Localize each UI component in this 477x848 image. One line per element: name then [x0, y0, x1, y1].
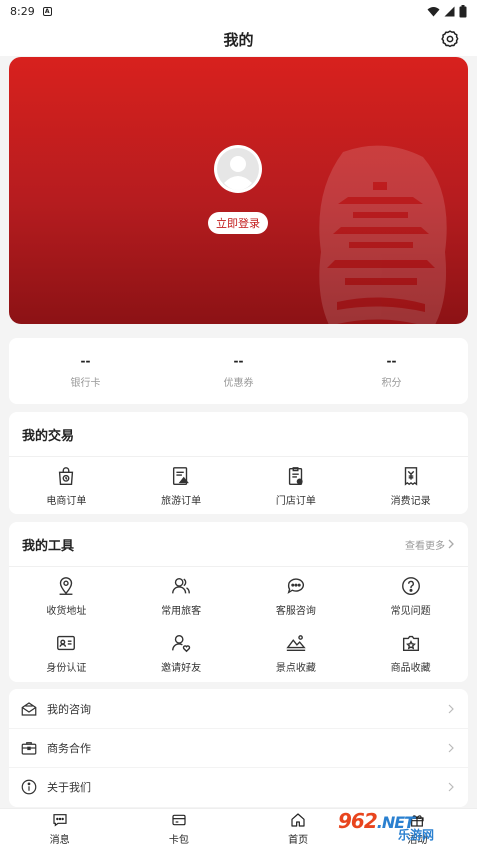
menu-label: 我的咨询: [47, 702, 91, 716]
stat-value: --: [80, 353, 91, 368]
stats-card: -- 银行卡 -- 优惠券 -- 积分: [9, 338, 468, 404]
stat-label: 积分: [381, 377, 402, 389]
battery-icon: [459, 4, 467, 17]
tools-card: 我的工具 查看更多 收货地址 常用旅客 客服咨询 常见问题 身份认证 邀请好友 …: [9, 522, 468, 682]
page-title: 我的: [223, 30, 254, 49]
menu-item-about-us[interactable]: 关于我们: [9, 767, 468, 806]
view-more-label: 查看更多: [405, 540, 445, 552]
section-title: 我的交易: [22, 428, 75, 444]
grid-label: 商品收藏: [390, 662, 431, 674]
product-favorites-item[interactable]: 商品收藏: [353, 624, 468, 681]
frequent-travelers-item[interactable]: 常用旅客: [124, 567, 239, 624]
stat-points[interactable]: -- 积分: [315, 338, 468, 404]
tab-label: 首页: [288, 834, 309, 846]
menu-item-my-consultation[interactable]: 我的咨询: [9, 689, 468, 728]
settings-button[interactable]: [439, 28, 461, 50]
page-header: 我的: [0, 22, 477, 56]
wifi-icon: [427, 6, 440, 16]
stat-value: --: [386, 353, 397, 368]
status-bar: 8:29 A: [0, 0, 477, 22]
menu-card: 我的咨询 商务合作 关于我们: [9, 689, 468, 807]
tools-header: 我的工具 查看更多: [9, 522, 468, 567]
menu-label: 商务合作: [47, 742, 91, 755]
travel-orders-item[interactable]: 旅游订单: [124, 457, 239, 514]
shopping-bag-icon: [59, 466, 74, 485]
transactions-card: 我的交易 电商订单 旅游订单 门店订单 消费记录: [9, 412, 468, 514]
grid-label: 常见问题: [390, 605, 431, 617]
tab-label: 消息: [49, 834, 70, 846]
grid-label: 消费记录: [390, 495, 431, 507]
ecommerce-orders-item[interactable]: 电商订单: [9, 457, 124, 514]
stat-label: 银行卡: [70, 377, 101, 389]
info-icon: [21, 779, 37, 795]
gear-icon: [441, 30, 459, 48]
login-button[interactable]: 立即登录: [208, 212, 268, 234]
customer-service-item[interactable]: 客服咨询: [239, 567, 354, 624]
question-icon: [401, 576, 420, 595]
home-icon: [291, 812, 305, 827]
menu-label: 关于我们: [47, 781, 91, 794]
briefcase-icon-wrap: [19, 738, 39, 758]
site-watermark: 962.NET 乐游网: [338, 806, 473, 846]
id-card-icon: [57, 635, 76, 650]
grid-label: 景点收藏: [275, 662, 316, 674]
info-icon-wrap: [19, 777, 39, 797]
grid-label: 邀请好友: [161, 662, 202, 674]
chevron-right-icon: [448, 704, 454, 713]
location-pin-icon: [59, 576, 73, 595]
grid-label: 客服咨询: [275, 605, 316, 617]
grid-label: 门店订单: [275, 495, 316, 507]
travelers-icon: [172, 577, 191, 593]
signal-icon: [444, 6, 455, 16]
user-avatar-icon: [217, 148, 259, 190]
briefcase-icon: [21, 742, 37, 755]
stat-coupon[interactable]: -- 优惠券: [162, 338, 315, 404]
faq-item[interactable]: 常见问题: [353, 567, 468, 624]
chevron-right-icon: [448, 782, 454, 792]
store-orders-item[interactable]: 门店订单: [239, 457, 354, 514]
chevron-right-icon: [448, 743, 454, 753]
wallet-icon: [172, 814, 186, 825]
tab-wallet[interactable]: 卡包: [119, 809, 238, 848]
site-watermark-logo: 962.NET 乐游网: [338, 811, 434, 841]
scenic-spot-icon: [286, 634, 306, 651]
consumption-records-item[interactable]: 消费记录: [353, 457, 468, 514]
watermark-bottom: 乐游网: [398, 828, 435, 842]
invite-friend-icon: [172, 634, 191, 652]
stat-label: 优惠券: [223, 377, 254, 389]
avatar[interactable]: [214, 145, 262, 193]
chevron-right-icon: [448, 539, 454, 549]
identity-verification-item[interactable]: 身份认证: [9, 624, 124, 681]
grid-label: 电商订单: [46, 495, 87, 507]
store-order-icon: [288, 466, 303, 485]
profile-card: 立即登录: [9, 57, 468, 324]
consult-mail-icon-wrap: [19, 699, 39, 719]
tower-watermark-icon: [319, 145, 447, 324]
grid-label: 常用旅客: [161, 605, 202, 617]
product-favorite-icon: [402, 635, 419, 651]
stat-value: --: [233, 353, 244, 368]
scenic-favorites-item[interactable]: 景点收藏: [239, 624, 354, 681]
tab-label: 卡包: [168, 834, 189, 846]
transactions-header: 我的交易: [9, 412, 468, 457]
consult-mail-icon: [21, 701, 37, 716]
tab-messages[interactable]: 消息: [0, 809, 119, 848]
grid-label: 身份认证: [46, 662, 87, 674]
chat-bubble-icon: [287, 577, 304, 594]
status-time: 8:29: [10, 4, 35, 18]
notification-badge-icon: A: [42, 6, 52, 16]
shipping-address-item[interactable]: 收货地址: [9, 567, 124, 624]
watermark-number: 962: [338, 809, 378, 833]
view-more-link[interactable]: 查看更多: [405, 537, 455, 552]
invite-friends-item[interactable]: 邀请好友: [124, 624, 239, 681]
stat-bank-card[interactable]: -- 银行卡: [9, 338, 162, 404]
travel-order-icon: [173, 466, 189, 485]
grid-label: 旅游订单: [161, 495, 202, 507]
grid-label: 收货地址: [46, 605, 87, 617]
message-icon: [53, 813, 67, 827]
menu-item-business-cooperation[interactable]: 商务合作: [9, 728, 468, 767]
section-title: 我的工具: [22, 538, 75, 554]
receipt-yen-icon: [404, 466, 417, 486]
